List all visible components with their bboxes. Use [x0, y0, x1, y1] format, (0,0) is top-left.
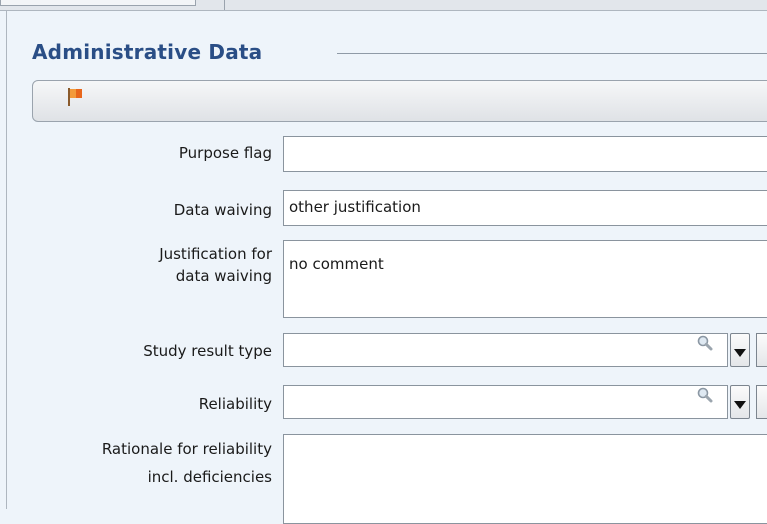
purpose-flag-field[interactable]: [283, 136, 767, 172]
panel-left-border: [6, 10, 7, 509]
justification-label-line1: Justification for: [159, 245, 272, 263]
data-waiving-label: Data waiving: [173, 201, 272, 219]
search-icon[interactable]: [696, 334, 714, 352]
reliability-label: Reliability: [198, 395, 272, 413]
section-title-rule: [337, 53, 767, 54]
study-result-type-extra-button[interactable]: [756, 333, 767, 367]
rationale-label-line1: Rationale for reliability: [101, 440, 272, 458]
data-waiving-field[interactable]: other justification: [283, 190, 767, 226]
flag-icon[interactable]: [66, 87, 84, 107]
study-result-type-combo[interactable]: [283, 333, 728, 367]
study-result-type-dropdown-button[interactable]: [730, 333, 750, 367]
search-icon[interactable]: [696, 386, 714, 404]
tab-strip: [0, 0, 767, 11]
tab-active[interactable]: [0, 0, 196, 6]
tab-separator: [224, 0, 225, 10]
justification-label-line2: data waiving: [175, 267, 272, 285]
rationale-textarea[interactable]: [283, 434, 767, 524]
reliability-dropdown-button[interactable]: [730, 385, 750, 419]
rationale-label-line2: incl. deficiencies: [147, 468, 272, 486]
justification-textarea[interactable]: no comment: [283, 240, 767, 318]
section-toolbar: [32, 80, 767, 122]
section-title: Administrative Data: [32, 40, 263, 64]
study-result-type-label: Study result type: [143, 342, 272, 360]
reliability-combo[interactable]: [283, 385, 728, 419]
reliability-extra-button[interactable]: [756, 385, 767, 419]
purpose-flag-label: Purpose flag: [178, 144, 272, 162]
